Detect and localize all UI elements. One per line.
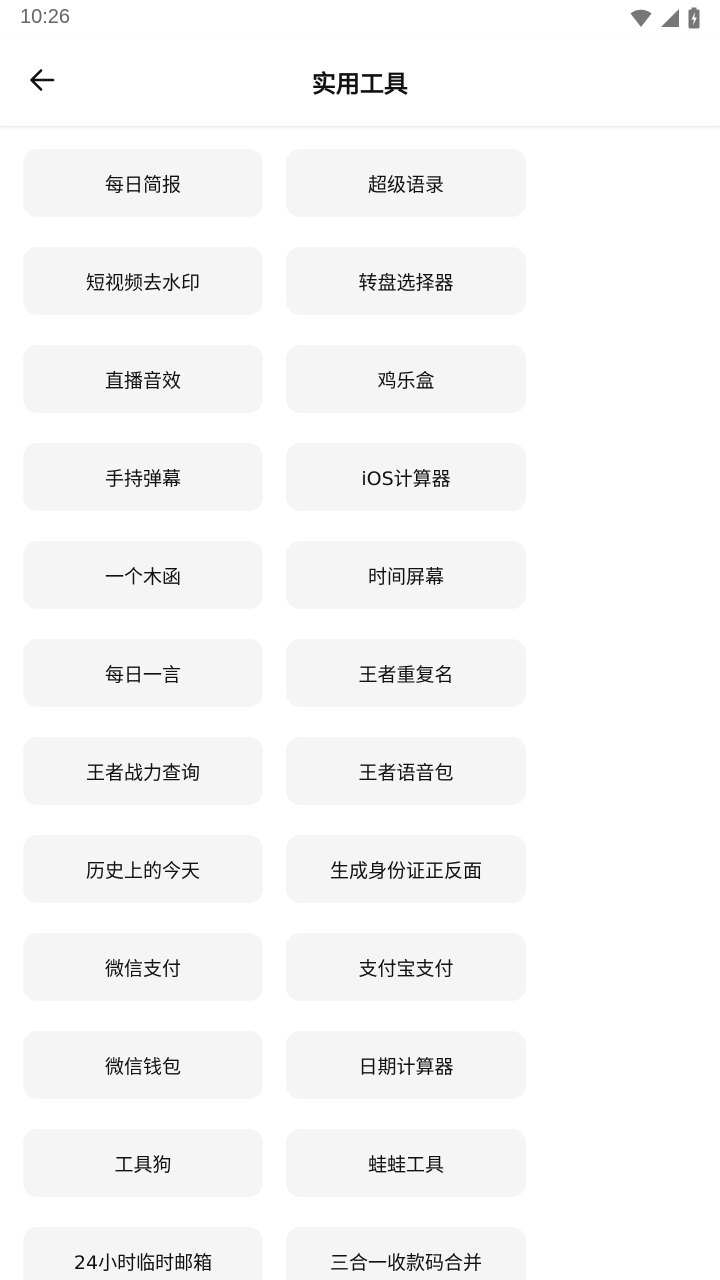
tool-button-date-calculator[interactable]: 日期计算器 <box>286 1031 526 1099</box>
status-bar: 10:26 <box>0 0 720 36</box>
tool-button-ios-calculator[interactable]: iOS计算器 <box>286 443 526 511</box>
tool-button-power-lookup[interactable]: 王者战力查询 <box>23 737 263 805</box>
tool-button-tool-dog[interactable]: 工具狗 <box>23 1129 263 1197</box>
tool-button-handheld-danmaku[interactable]: 手持弹幕 <box>23 443 263 511</box>
tool-button-daily-briefing[interactable]: 每日简报 <box>23 149 263 217</box>
tool-button-time-screen[interactable]: 时间屏幕 <box>286 541 526 609</box>
tool-button-wooden-box[interactable]: 一个木函 <box>23 541 263 609</box>
cellular-signal-icon <box>660 8 680 28</box>
status-time: 10:26 <box>20 6 71 28</box>
tool-button-id-card-generator[interactable]: 生成身份证正反面 <box>286 835 526 903</box>
wifi-icon <box>630 8 652 28</box>
tool-button-alipay[interactable]: 支付宝支付 <box>286 933 526 1001</box>
tool-button-daily-quote[interactable]: 每日一言 <box>23 639 263 707</box>
tool-grid: 每日简报 超级语录 短视频去水印 转盘选择器 直播音效 鸡乐盒 手持弹幕 iOS… <box>23 149 526 1280</box>
tool-button-super-quotes[interactable]: 超级语录 <box>286 149 526 217</box>
tool-button-temp-email[interactable]: 24小时临时邮箱 <box>23 1227 263 1280</box>
tool-list[interactable]: 每日简报 超级语录 短视频去水印 转盘选择器 直播音效 鸡乐盒 手持弹幕 iOS… <box>0 127 720 1280</box>
tool-button-spin-wheel[interactable]: 转盘选择器 <box>286 247 526 315</box>
tool-button-chicken-music-box[interactable]: 鸡乐盒 <box>286 345 526 413</box>
tool-button-watermark-remover[interactable]: 短视频去水印 <box>23 247 263 315</box>
tool-button-live-sound-effects[interactable]: 直播音效 <box>23 345 263 413</box>
tool-button-history-today[interactable]: 历史上的今天 <box>23 835 263 903</box>
app-bar: 实用工具 <box>0 36 720 127</box>
page-title: 实用工具 <box>312 70 408 98</box>
tool-button-voice-pack[interactable]: 王者语音包 <box>286 737 526 805</box>
tool-button-duplicate-name[interactable]: 王者重复名 <box>286 639 526 707</box>
tool-button-wechat-wallet[interactable]: 微信钱包 <box>23 1031 263 1099</box>
battery-charging-icon <box>688 7 700 29</box>
tool-button-wechat-pay[interactable]: 微信支付 <box>23 933 263 1001</box>
status-icons <box>630 7 700 29</box>
tool-button-payment-code-merge[interactable]: 三合一收款码合并 <box>286 1227 526 1280</box>
tool-button-frog-tools[interactable]: 蛙蛙工具 <box>286 1129 526 1197</box>
